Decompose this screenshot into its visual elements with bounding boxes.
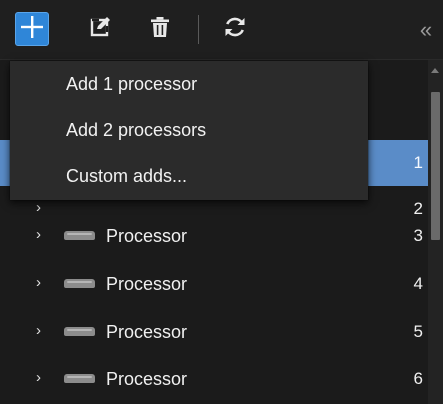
double-chevron-left-icon: « bbox=[419, 17, 433, 42]
tree-row[interactable]: › Processor 3 bbox=[0, 213, 428, 259]
processor-icon bbox=[64, 374, 95, 383]
menu-item-custom-adds[interactable]: Custom adds... bbox=[10, 153, 368, 199]
scrollbar-thumb[interactable] bbox=[431, 92, 440, 240]
processor-icon bbox=[64, 279, 95, 288]
expand-chevron-icon[interactable]: › bbox=[36, 369, 46, 387]
add-dropdown-menu: Add 1 processor Add 2 processors Custom … bbox=[10, 61, 368, 200]
tree-row[interactable]: › Processor 4 bbox=[0, 261, 428, 307]
toolbar: « bbox=[0, 0, 443, 60]
add-button[interactable] bbox=[15, 12, 49, 46]
refresh-button[interactable] bbox=[218, 12, 252, 46]
tree-row[interactable]: › Processor 5 bbox=[0, 309, 428, 355]
edit-button[interactable] bbox=[84, 12, 118, 46]
row-label: Processor bbox=[106, 274, 188, 294]
processor-panel: « › 1 › 2 › Processor 3 › Processor 4 › bbox=[0, 0, 443, 404]
expand-chevron-icon[interactable]: › bbox=[36, 322, 46, 340]
row-number: 1 bbox=[413, 153, 423, 172]
delete-button[interactable] bbox=[143, 12, 177, 46]
plus-icon bbox=[19, 14, 45, 45]
expand-chevron-icon[interactable]: › bbox=[36, 226, 46, 244]
trash-icon bbox=[148, 15, 172, 44]
expand-chevron-icon[interactable]: › bbox=[36, 274, 46, 292]
row-label: Processor bbox=[106, 226, 188, 246]
processor-icon bbox=[64, 231, 95, 240]
scroll-up-arrow-icon[interactable] bbox=[431, 68, 439, 73]
toolbar-divider bbox=[198, 15, 199, 44]
row-number: 3 bbox=[413, 226, 423, 245]
row-label: Processor bbox=[106, 322, 188, 342]
row-number: 5 bbox=[413, 322, 423, 341]
menu-item-add-2-processors[interactable]: Add 2 processors bbox=[10, 107, 368, 153]
refresh-icon bbox=[222, 14, 248, 45]
collapse-panel-button[interactable]: « bbox=[414, 17, 438, 43]
row-label: Processor bbox=[106, 369, 188, 389]
tree-row[interactable]: › Processor 6 bbox=[0, 356, 428, 402]
edit-icon bbox=[89, 15, 113, 44]
menu-item-add-1-processor[interactable]: Add 1 processor bbox=[10, 61, 368, 107]
row-number: 6 bbox=[413, 369, 423, 388]
processor-icon bbox=[64, 327, 95, 336]
row-number: 4 bbox=[413, 274, 423, 293]
